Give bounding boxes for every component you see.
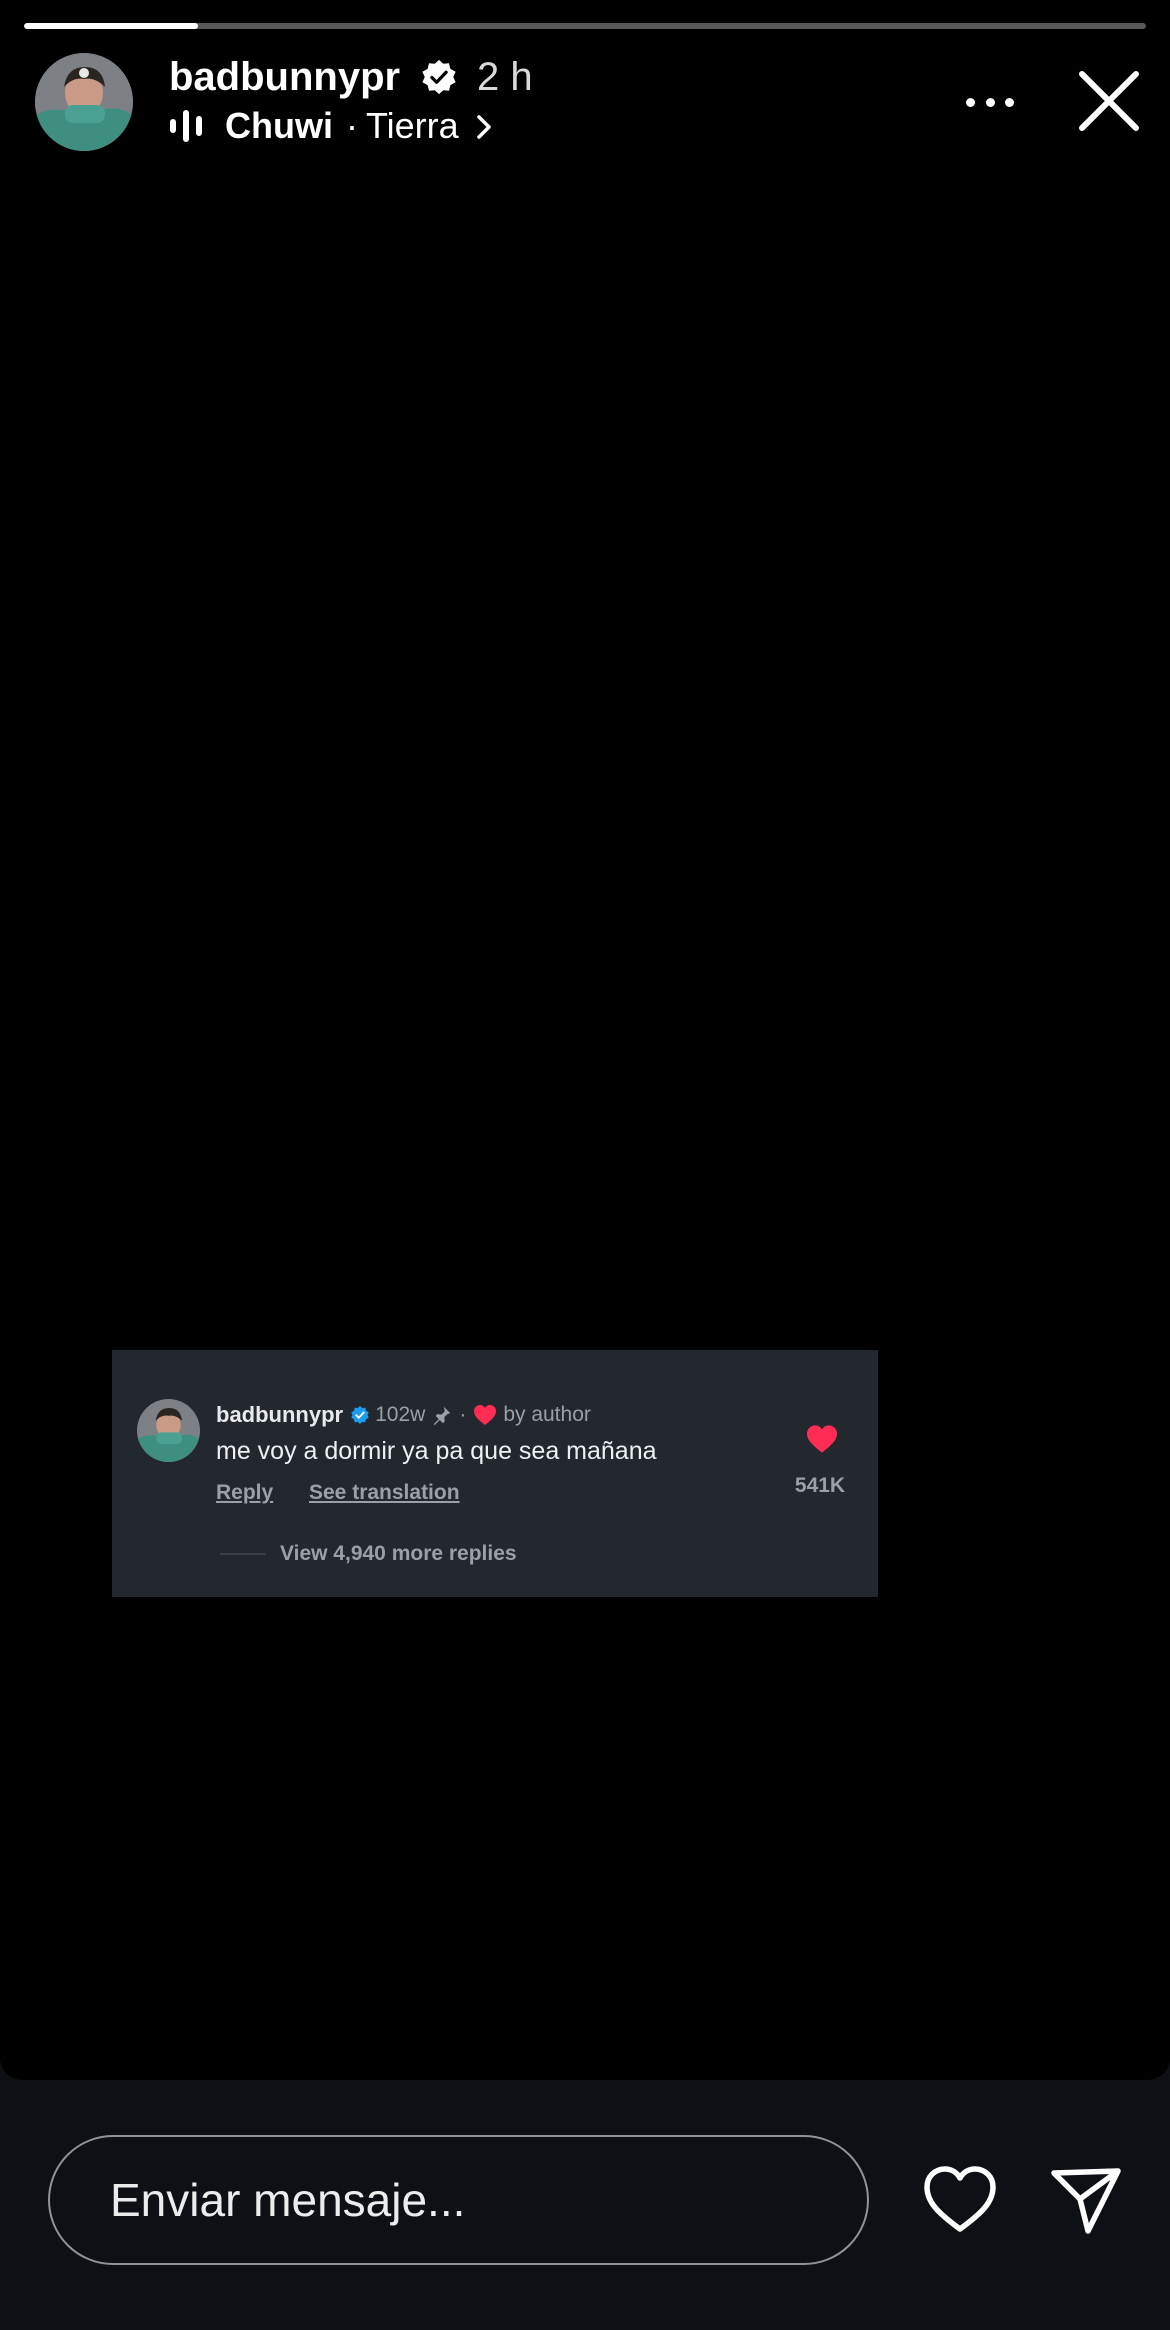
view-replies-link: View 4,940 more replies [280, 1542, 517, 1565]
story-progress-bar [24, 23, 1146, 29]
comment-dot-separator: · [459, 1403, 467, 1426]
heart-icon [474, 1405, 497, 1425]
see-translation-link: See translation [309, 1481, 460, 1504]
more-dots-icon [966, 97, 975, 107]
chevron-right-icon[interactable] [474, 112, 494, 142]
comment-avatar [137, 1399, 200, 1462]
more-options-button[interactable] [958, 80, 1022, 124]
pin-icon [434, 1406, 451, 1426]
story-progress-fill [24, 23, 198, 29]
story-time-ago: 2 h [477, 55, 533, 99]
song-separator: · [346, 105, 358, 146]
music-bars-icon [170, 110, 202, 142]
close-icon[interactable] [1076, 68, 1142, 134]
comment-text: me voy a dormir ya pa que sea mañana [216, 1437, 657, 1465]
comment-meta: badbunnypr 102w · by author [216, 1400, 591, 1430]
message-input[interactable] [110, 2137, 830, 2263]
comment-card: badbunnypr 102w · by author me voy a dor… [112, 1350, 878, 1597]
verified-badge-icon [351, 1406, 369, 1424]
liked-by-author-label: by author [503, 1403, 591, 1426]
heart-icon[interactable] [922, 2165, 998, 2235]
verified-badge-icon [422, 59, 456, 95]
heart-icon [807, 1425, 837, 1453]
more-dot [985, 97, 995, 107]
song-title[interactable]: Chuwi [225, 103, 333, 149]
message-composer[interactable] [48, 2135, 869, 2265]
story-content[interactable]: badbunnypr 2 h Chuwi · Tierra badbunnypr… [0, 0, 1170, 2080]
story-viewer: badbunnypr 2 h Chuwi · Tierra badbunnypr… [0, 0, 1170, 2330]
comment-username: badbunnypr [216, 1402, 344, 1427]
reply-link: Reply [216, 1481, 274, 1504]
comment-like-count: 541K [794, 1474, 846, 1497]
send-icon[interactable] [1050, 2165, 1122, 2235]
more-dot [1005, 97, 1014, 107]
replies-divider [220, 1553, 266, 1555]
profile-avatar[interactable] [35, 53, 133, 151]
story-username[interactable]: badbunnypr [169, 52, 400, 102]
comment-age: 102w [375, 1403, 426, 1426]
song-artist[interactable]: Tierra [366, 103, 459, 149]
